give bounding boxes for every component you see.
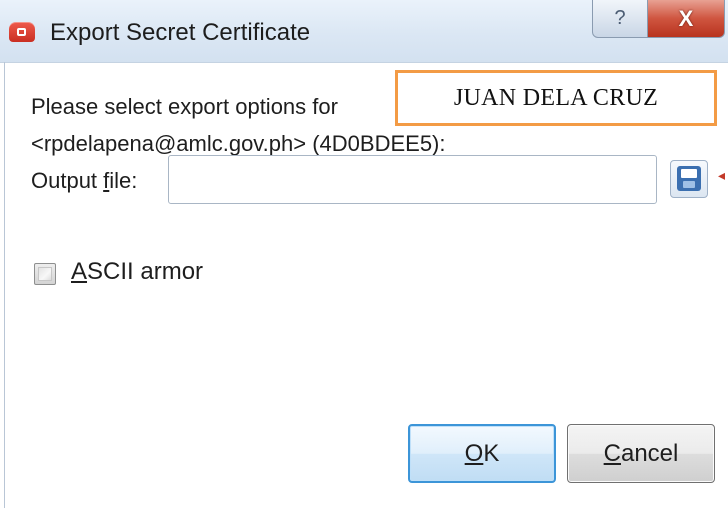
ascii-armor-label[interactable]: ASCII armor xyxy=(71,258,203,286)
close-button[interactable]: X xyxy=(647,0,725,38)
ok-label-rest: K xyxy=(483,439,500,467)
dialog-title: Export Secret Certificate xyxy=(50,19,311,46)
ascii-armor-checkbox[interactable] xyxy=(34,263,56,285)
output-file-input[interactable] xyxy=(168,155,657,204)
output-file-label: Output file: xyxy=(31,168,137,194)
cancel-button[interactable]: Cancel xyxy=(567,424,715,483)
ascii-armor-mnemonic: A xyxy=(71,258,88,285)
choose-file-button[interactable] xyxy=(670,160,708,198)
ok-button[interactable]: OK xyxy=(408,424,556,483)
cancel-mnemonic: C xyxy=(603,439,621,467)
output-file-label-prefix: Output xyxy=(31,168,104,193)
annotation-arrow-tip: ◂ xyxy=(718,167,726,183)
app-icon xyxy=(9,22,35,42)
floppy-disk-icon xyxy=(677,166,701,191)
help-button[interactable]: ? xyxy=(592,0,648,38)
cancel-label-rest: ancel xyxy=(620,439,679,467)
prompt-text-line1: Please select export options for xyxy=(31,94,338,119)
prompt-text-line2: <rpdelapena@amlc.gov.ph> (4D0BDEE5): xyxy=(31,131,446,156)
dialog-titlebar: Export Secret Certificate ? X xyxy=(0,0,728,63)
redaction-name-overlay: JUAN DELA CRUZ xyxy=(395,70,717,126)
output-file-label-suffix: ile: xyxy=(109,168,138,193)
ascii-armor-label-rest: SCII armor xyxy=(87,258,204,285)
ok-mnemonic: O xyxy=(464,439,484,467)
